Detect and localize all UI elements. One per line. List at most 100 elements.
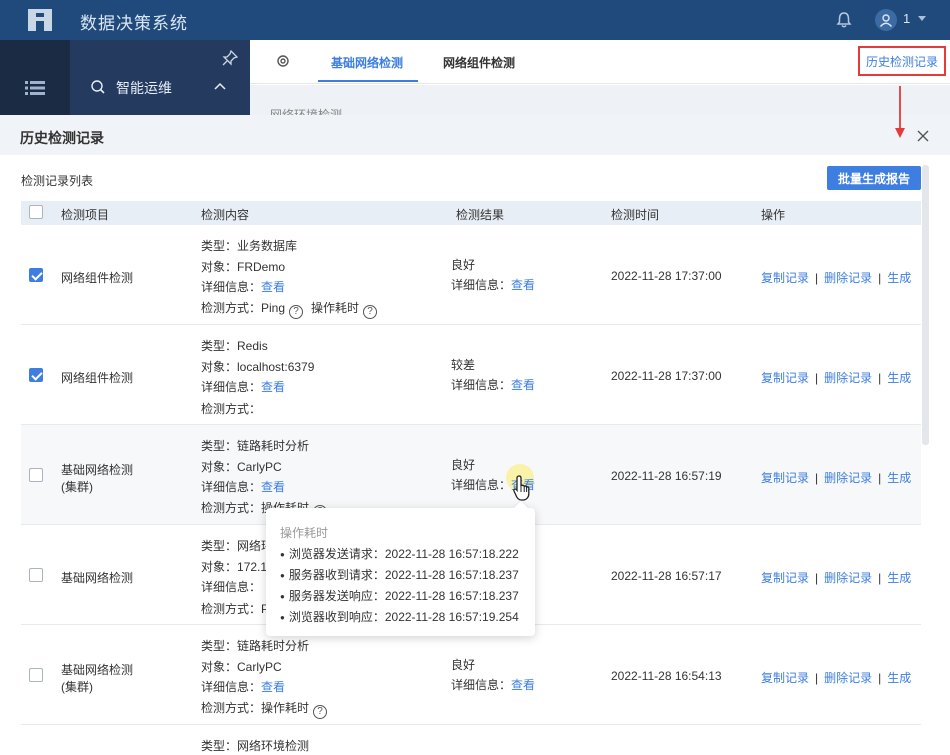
hand-cursor-icon: [513, 475, 530, 501]
delete-record-link[interactable]: 删除记录: [824, 371, 872, 385]
row-target: 对象：FRDemo: [201, 260, 286, 274]
row-checkbox[interactable]: [29, 568, 43, 582]
tooltip-line: 服务器收到请求：2022-11-28 16:57:18.237: [280, 566, 519, 583]
bell-icon[interactable]: [835, 11, 853, 29]
row-actions: 复制记录 | 删除记录 | 生成: [761, 571, 912, 585]
row-target: 对象：CarlyPC: [201, 660, 282, 674]
help-icon[interactable]: ?: [289, 305, 304, 319]
row-item: 基础网络检测: [61, 663, 134, 677]
tab-network-components[interactable]: 网络组件检测: [443, 54, 515, 71]
content-background: [250, 85, 950, 115]
row-checkbox[interactable]: [29, 468, 43, 482]
generate-link[interactable]: 生成: [887, 471, 911, 485]
row-item: 网络组件检测: [61, 371, 134, 385]
nav-item-label[interactable]: 智能运维: [116, 78, 172, 98]
row-type: 类型：网络环: [201, 539, 274, 553]
row-method: 检测方式：: [201, 402, 262, 416]
copy-record-link[interactable]: 复制记录: [761, 671, 809, 685]
row-actions: 复制记录 | 删除记录 | 生成: [761, 671, 912, 685]
copy-record-link[interactable]: 复制记录: [761, 271, 809, 285]
column-header: 检测项目: [61, 208, 110, 222]
copy-record-link[interactable]: 复制记录: [761, 471, 809, 485]
row-item-sub: (集群): [61, 680, 93, 694]
gear-icon[interactable]: [275, 53, 291, 69]
row-time: 2022-11-28 16:57:17: [611, 569, 722, 583]
view-link[interactable]: 查看: [261, 280, 285, 294]
tab-basic-network[interactable]: 基础网络检测: [331, 54, 403, 71]
generate-link[interactable]: 生成: [887, 371, 911, 385]
column-header: 操作: [761, 208, 786, 222]
row-checkbox[interactable]: [29, 268, 43, 282]
view-link[interactable]: 查看: [511, 678, 535, 692]
chevron-down-icon[interactable]: [918, 16, 926, 21]
row-detail: 详细信息：查看: [201, 680, 286, 694]
row-type: 类型：链路耗时分析: [201, 439, 310, 453]
row-type: 类型：链路耗时分析: [201, 639, 310, 653]
select-all-checkbox[interactable]: [29, 205, 43, 219]
chevron-up-icon[interactable]: [214, 82, 226, 90]
row-time: 2022-11-28 17:37:00: [611, 269, 722, 283]
row-actions: 复制记录 | 删除记录 | 生成: [761, 371, 912, 385]
app-title: 数据决策系统: [80, 14, 188, 33]
tooltip-line: 浏览器收到响应：2022-11-28 16:57:19.254: [280, 608, 519, 625]
delete-record-link[interactable]: 删除记录: [824, 271, 872, 285]
list-menu-icon[interactable]: [25, 80, 45, 96]
view-link[interactable]: 查看: [261, 380, 285, 394]
row-item-sub: (集群): [61, 480, 93, 494]
list-title: 检测记录列表: [21, 174, 94, 188]
delete-record-link[interactable]: 删除记录: [824, 671, 872, 685]
row-type: 类型：网络环境检测: [201, 739, 310, 753]
view-link[interactable]: 查看: [261, 480, 285, 494]
user-name[interactable]: 1: [903, 11, 910, 26]
row-detail: 详细信息：查看: [201, 380, 286, 394]
row-detail: 详细信息：: [201, 580, 262, 594]
scrollbar[interactable]: [922, 165, 929, 445]
row-method: 检测方式：P: [201, 602, 269, 616]
app-logo-icon: [28, 9, 52, 31]
row-result-detail: 详细信息：查看: [451, 278, 536, 292]
copy-record-link[interactable]: 复制记录: [761, 571, 809, 585]
delete-record-link[interactable]: 删除记录: [824, 471, 872, 485]
row-type: 类型：业务数据库: [201, 239, 298, 253]
row-result: 良好: [451, 658, 476, 672]
row-item: 基础网络检测: [61, 463, 134, 477]
row-actions: 复制记录 | 删除记录 | 生成: [761, 471, 912, 485]
row-result: 较差: [451, 358, 476, 372]
generate-link[interactable]: 生成: [887, 671, 911, 685]
history-records-button[interactable]: 历史检测记录: [858, 46, 946, 76]
column-header: 检测内容: [201, 208, 250, 222]
pin-icon[interactable]: [222, 50, 238, 66]
avatar-icon[interactable]: [875, 9, 897, 31]
dialog-header: [0, 115, 950, 155]
row-actions: 复制记录 | 删除记录 | 生成: [761, 271, 912, 285]
generate-link[interactable]: 生成: [887, 571, 911, 585]
column-header: 检测时间: [611, 208, 660, 222]
row-result: 良好: [451, 258, 476, 272]
ops-icon: [91, 80, 105, 94]
batch-generate-report-button[interactable]: 批量生成报告: [827, 166, 921, 190]
row-method: 检测方式：Ping? 操作耗时?: [201, 299, 378, 319]
generate-link[interactable]: 生成: [887, 271, 911, 285]
dialog-title: 历史检测记录: [20, 130, 104, 146]
tooltip-title: 操作耗时: [280, 526, 329, 540]
copy-record-link[interactable]: 复制记录: [761, 371, 809, 385]
row-target: 对象：172.1: [201, 560, 268, 574]
row-result: 良好: [451, 458, 476, 472]
delete-record-link[interactable]: 删除记录: [824, 571, 872, 585]
view-link[interactable]: 查看: [511, 378, 535, 392]
row-checkbox[interactable]: [29, 368, 43, 382]
tooltip-line: 浏览器发送请求：2022-11-28 16:57:18.222: [280, 545, 519, 562]
row-checkbox[interactable]: [29, 668, 43, 682]
active-tab-indicator: [318, 80, 418, 82]
view-link[interactable]: 查看: [261, 680, 285, 694]
help-icon[interactable]: ?: [313, 705, 328, 719]
nav-rail: [0, 40, 70, 115]
annotation-arrow-icon: [895, 86, 905, 138]
tooltip-line: 服务器发送响应：2022-11-28 16:57:18.237: [280, 587, 519, 604]
view-link[interactable]: 查看: [511, 278, 535, 292]
column-header: 检测结果: [456, 208, 505, 222]
row-time: 2022-11-28 17:37:00: [611, 369, 722, 383]
row-method: 检测方式：操作耗时?: [201, 699, 328, 719]
close-icon[interactable]: [916, 129, 930, 143]
help-icon[interactable]: ?: [363, 305, 378, 319]
